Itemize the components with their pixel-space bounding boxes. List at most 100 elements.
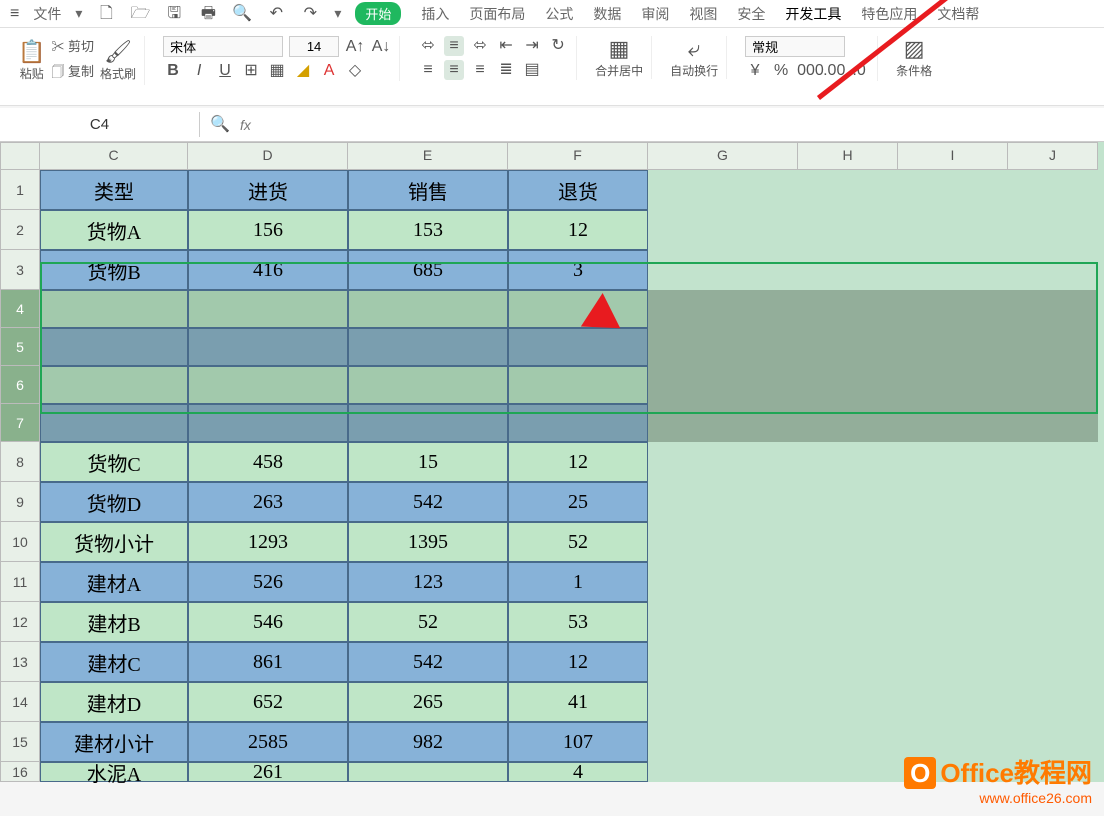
cell[interactable]: 526	[188, 562, 348, 602]
cell[interactable]: 1	[508, 562, 648, 602]
cell[interactable]: 123	[348, 562, 508, 602]
cell[interactable]	[648, 250, 798, 290]
tab-start[interactable]: 开始	[355, 2, 401, 25]
font-size-select[interactable]	[289, 36, 339, 57]
new-icon[interactable]: 🗋	[96, 4, 116, 24]
cell[interactable]	[798, 482, 898, 522]
orientation-icon[interactable]: ↻	[548, 36, 568, 56]
tab-view[interactable]: 视图	[689, 4, 717, 24]
row-header-5[interactable]: 5	[0, 328, 40, 366]
cell[interactable]: 2585	[188, 722, 348, 762]
cell[interactable]: 货物小计	[40, 522, 188, 562]
cell[interactable]	[898, 642, 1008, 682]
cell[interactable]: 销售	[348, 170, 508, 210]
cell[interactable]: 进货	[188, 170, 348, 210]
cell[interactable]	[798, 602, 898, 642]
font-color-icon[interactable]: A	[319, 61, 339, 81]
cell[interactable]	[348, 404, 508, 442]
cell[interactable]: 12	[508, 442, 648, 482]
row-header-12[interactable]: 12	[0, 602, 40, 642]
cell[interactable]	[648, 482, 798, 522]
cell[interactable]: 546	[188, 602, 348, 642]
cell[interactable]: 15	[348, 442, 508, 482]
comma-icon[interactable]: 000	[797, 61, 817, 81]
cell[interactable]	[648, 682, 798, 722]
cell[interactable]: 类型	[40, 170, 188, 210]
row-header-8[interactable]: 8	[0, 442, 40, 482]
cell[interactable]: 1395	[348, 522, 508, 562]
underline-icon[interactable]: U	[215, 61, 235, 81]
col-header-D[interactable]: D	[188, 142, 348, 170]
cell[interactable]	[898, 366, 1008, 404]
align-top-icon[interactable]: ⬄	[418, 36, 438, 56]
cell[interactable]	[1008, 442, 1098, 482]
cell[interactable]	[798, 250, 898, 290]
row-header-7[interactable]: 7	[0, 404, 40, 442]
cell[interactable]	[798, 522, 898, 562]
cell[interactable]	[40, 366, 188, 404]
cell[interactable]: 建材小计	[40, 722, 188, 762]
cell[interactable]	[898, 682, 1008, 722]
row-header-11[interactable]: 11	[0, 562, 40, 602]
increase-font-icon[interactable]: A↑	[345, 37, 365, 57]
select-all-corner[interactable]	[0, 142, 40, 170]
cut-button[interactable]: ✂ 剪切	[51, 36, 94, 55]
align-center-icon[interactable]: ≡	[444, 60, 464, 80]
cell[interactable]	[188, 366, 348, 404]
cell[interactable]: 货物C	[40, 442, 188, 482]
cell[interactable]	[188, 328, 348, 366]
fill-color-icon[interactable]: ◢	[293, 61, 313, 81]
cell[interactable]	[648, 522, 798, 562]
cell[interactable]	[898, 562, 1008, 602]
auto-wrap-button[interactable]: ⤶ 自动换行	[670, 36, 718, 79]
percent-icon[interactable]: %	[771, 61, 791, 81]
align-middle-icon[interactable]: ≡	[444, 36, 464, 56]
cell[interactable]	[348, 762, 508, 782]
bold-icon[interactable]: B	[163, 61, 183, 81]
cell[interactable]	[40, 328, 188, 366]
cell[interactable]	[1008, 290, 1098, 328]
cell[interactable]	[648, 442, 798, 482]
redo-icon[interactable]: ↷	[300, 4, 320, 24]
cell[interactable]: 货物D	[40, 482, 188, 522]
cell[interactable]	[648, 290, 798, 328]
cell[interactable]	[188, 290, 348, 328]
cell[interactable]	[508, 366, 648, 404]
cell[interactable]: 685	[348, 250, 508, 290]
cell[interactable]	[1008, 170, 1098, 210]
align-left-icon[interactable]: ≡	[418, 60, 438, 80]
row-header-6[interactable]: 6	[0, 366, 40, 404]
cell[interactable]	[40, 290, 188, 328]
cell[interactable]: 982	[348, 722, 508, 762]
col-header-E[interactable]: E	[348, 142, 508, 170]
number-format-select[interactable]	[745, 36, 845, 57]
row-header-4[interactable]: 4	[0, 290, 40, 328]
tab-devtools[interactable]: 开发工具	[785, 4, 841, 24]
indent-left-icon[interactable]: ⇤	[496, 36, 516, 56]
col-header-H[interactable]: H	[798, 142, 898, 170]
align-bottom-icon[interactable]: ⬄	[470, 36, 490, 56]
col-header-C[interactable]: C	[40, 142, 188, 170]
cell[interactable]	[798, 562, 898, 602]
hamburger-icon[interactable]: ≡	[10, 5, 19, 23]
cell[interactable]	[648, 642, 798, 682]
cell[interactable]: 41	[508, 682, 648, 722]
cell[interactable]: 1293	[188, 522, 348, 562]
copy-button[interactable]: 🗍 复制	[51, 61, 94, 85]
cell[interactable]	[798, 722, 898, 762]
increase-decimal-icon[interactable]: .00	[823, 61, 843, 81]
tab-data[interactable]: 数据	[593, 4, 621, 24]
align-right-icon[interactable]: ≡	[470, 60, 490, 80]
cell[interactable]	[798, 290, 898, 328]
cell[interactable]	[1008, 250, 1098, 290]
col-header-F[interactable]: F	[508, 142, 648, 170]
tab-special[interactable]: 特色应用	[861, 4, 917, 24]
currency-icon[interactable]: ¥	[745, 61, 765, 81]
cell[interactable]	[898, 210, 1008, 250]
cell[interactable]	[648, 602, 798, 642]
cell[interactable]	[798, 762, 898, 782]
format-painter-button[interactable]: 🖌 格式刷	[100, 39, 136, 82]
undo-icon[interactable]: ↶	[266, 4, 286, 24]
tab-review[interactable]: 审阅	[641, 4, 669, 24]
cell[interactable]	[348, 328, 508, 366]
